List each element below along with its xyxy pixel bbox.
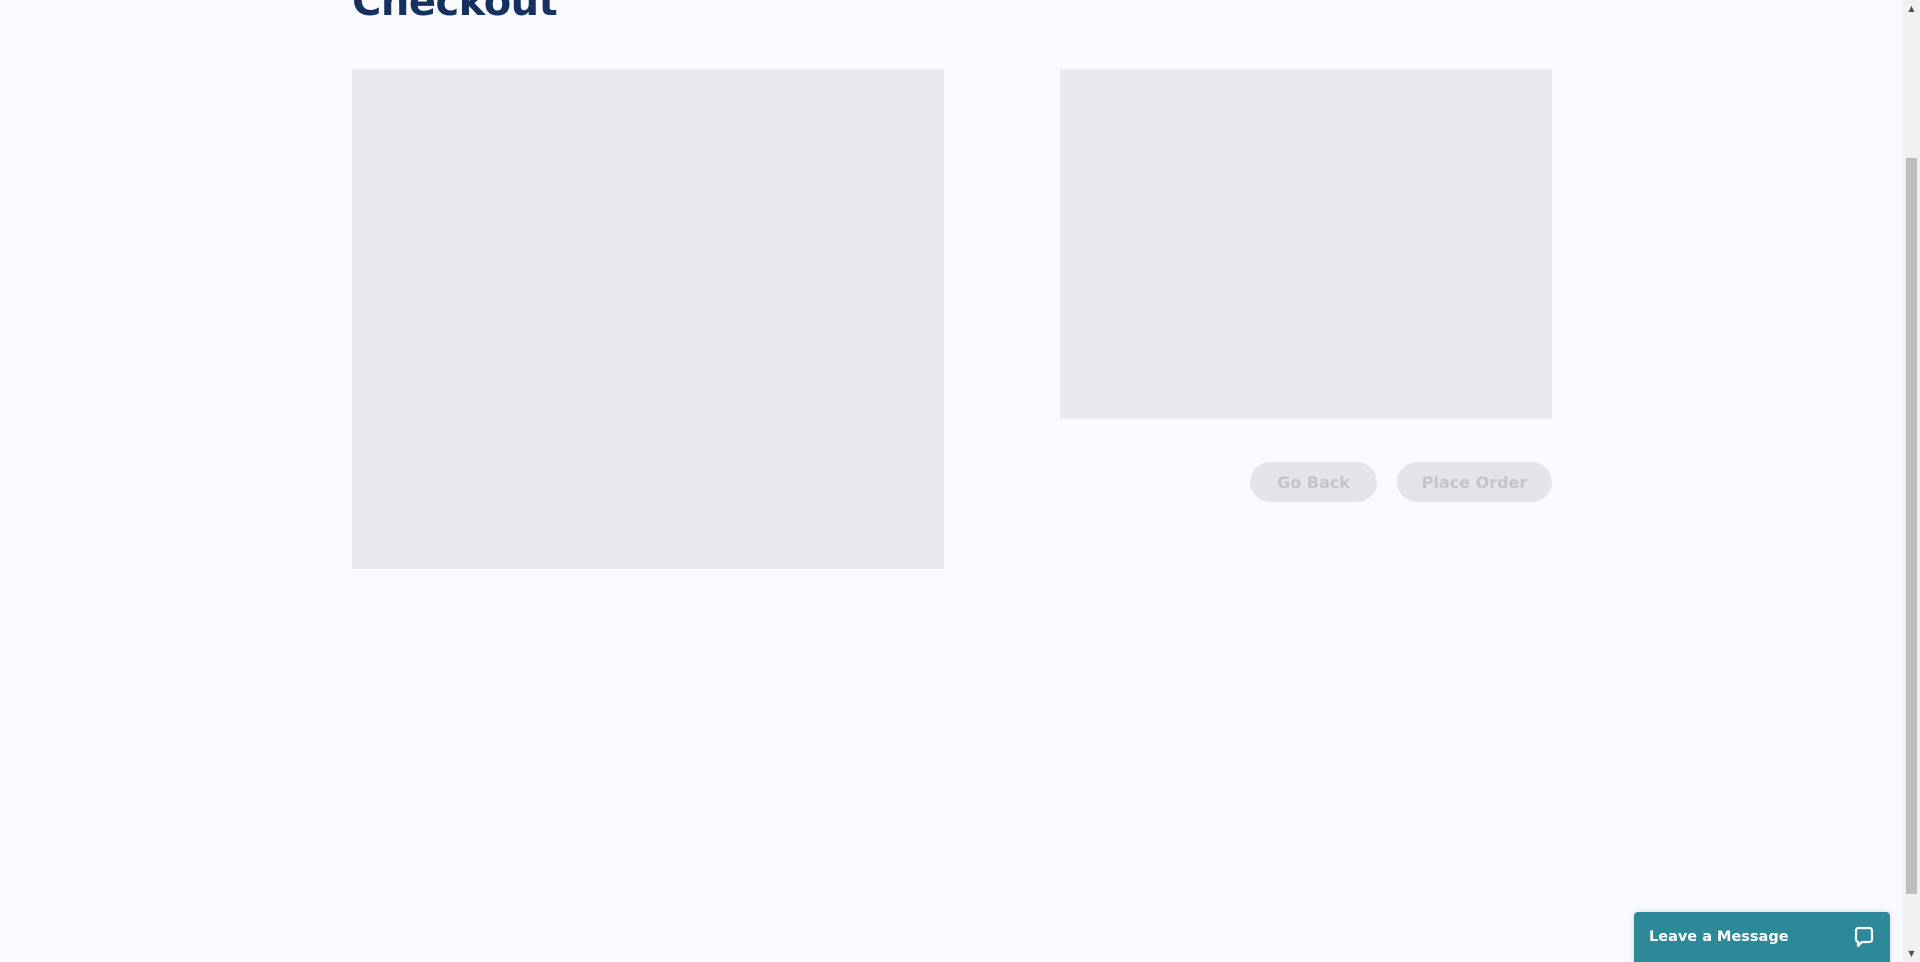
scroll-up-arrow-icon[interactable]: ▲	[1903, 0, 1920, 17]
chat-bubble-icon	[1852, 925, 1876, 949]
leave-message-widget[interactable]: Leave a Message	[1634, 912, 1890, 962]
vertical-scrollbar[interactable]: ▲ ▼	[1903, 0, 1920, 962]
scroll-down-arrow-icon[interactable]: ▼	[1903, 945, 1920, 962]
scrollbar-thumb[interactable]	[1906, 158, 1917, 894]
go-back-button[interactable]: Go Back	[1250, 462, 1377, 502]
leave-message-label: Leave a Message	[1649, 929, 1789, 945]
order-summary-placeholder	[1060, 69, 1552, 419]
page-title: Checkout	[352, 0, 558, 25]
checkout-page: Checkout Go Back Place Order ▲ ▼ Leave a…	[0, 0, 1920, 962]
checkout-form-placeholder	[352, 69, 944, 569]
place-order-button[interactable]: Place Order	[1397, 462, 1552, 502]
